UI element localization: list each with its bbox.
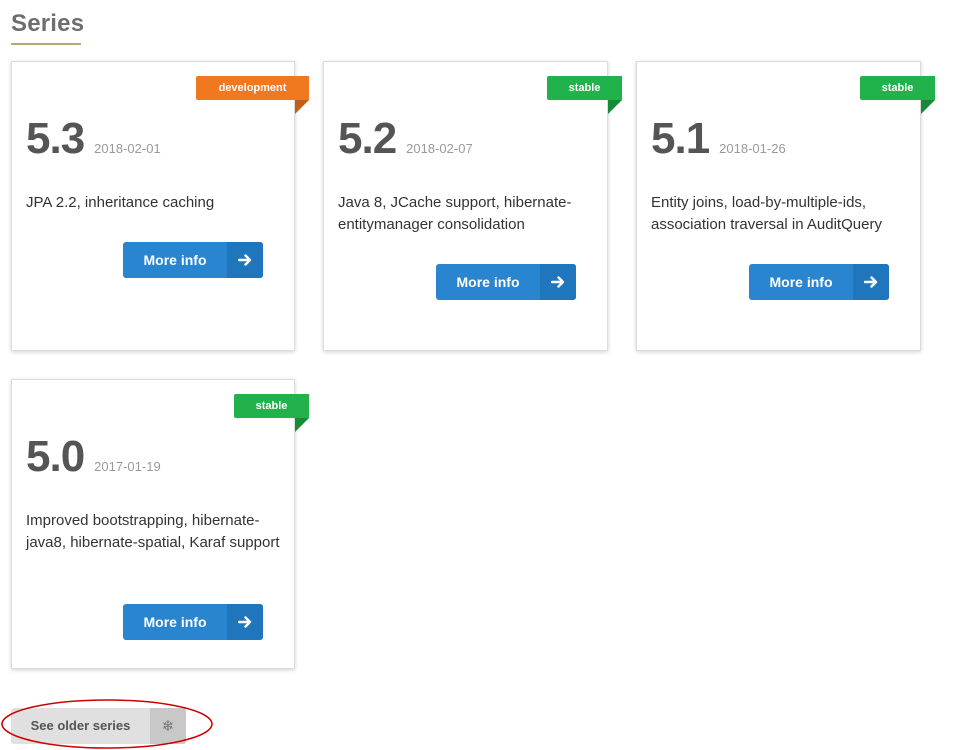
version-number: 5.1 xyxy=(651,114,710,163)
arrow-right-icon xyxy=(540,264,576,300)
badge-fold xyxy=(608,100,622,114)
version-heading: 5.0 2017-01-19 xyxy=(26,432,161,482)
more-info-label: More info xyxy=(456,274,520,290)
release-date: 2018-02-01 xyxy=(94,141,161,156)
snowflake-icon: ❄ xyxy=(150,708,186,744)
section-title-underline xyxy=(11,43,81,45)
version-heading: 5.2 2018-02-07 xyxy=(338,114,473,164)
badge-fold xyxy=(295,100,309,114)
more-info-button[interactable]: More info xyxy=(749,264,889,300)
version-number: 5.0 xyxy=(26,432,85,481)
status-badge: stable xyxy=(860,76,935,100)
badge-fold xyxy=(295,418,309,432)
series-description: Java 8, JCache support, hibernate-entity… xyxy=(338,194,572,233)
series-card-5-3: development 5.3 2018-02-01 JPA 2.2, inhe… xyxy=(11,61,309,351)
arrow-right-icon xyxy=(227,604,263,640)
status-badge: stable xyxy=(234,394,309,418)
more-info-label: More info xyxy=(143,252,207,268)
more-info-button[interactable]: More info xyxy=(123,604,263,640)
status-badge: development xyxy=(196,76,309,100)
see-older-series-button[interactable]: See older series ❄ xyxy=(11,708,186,744)
version-number: 5.2 xyxy=(338,114,397,163)
more-info-label: More info xyxy=(143,614,207,630)
arrow-right-icon xyxy=(853,264,889,300)
more-info-button[interactable]: More info xyxy=(436,264,576,300)
section-title: Series xyxy=(11,10,85,37)
badge-fold xyxy=(921,100,935,114)
version-heading: 5.3 2018-02-01 xyxy=(26,114,161,164)
series-description: JPA 2.2, inheritance caching xyxy=(26,194,215,211)
release-date: 2017-01-19 xyxy=(94,459,161,474)
version-heading: 5.1 2018-01-26 xyxy=(651,114,786,164)
series-card-5-2: stable 5.2 2018-02-07 Java 8, JCache sup… xyxy=(323,61,622,351)
version-number: 5.3 xyxy=(26,114,85,163)
series-card-5-0: stable 5.0 2017-01-19 Improved bootstrap… xyxy=(11,379,309,669)
more-info-button[interactable]: More info xyxy=(123,242,263,278)
series-description: Improved bootstrapping, hibernate-java8,… xyxy=(26,512,280,551)
series-card-5-1: stable 5.1 2018-01-26 Entity joins, load… xyxy=(636,61,935,351)
release-date: 2018-02-07 xyxy=(406,141,473,156)
arrow-right-icon xyxy=(227,242,263,278)
status-badge: stable xyxy=(547,76,622,100)
see-older-series-label: See older series xyxy=(30,718,131,733)
release-date: 2018-01-26 xyxy=(719,141,786,156)
more-info-label: More info xyxy=(769,274,833,290)
series-description: Entity joins, load-by-multiple-ids, asso… xyxy=(651,194,882,233)
